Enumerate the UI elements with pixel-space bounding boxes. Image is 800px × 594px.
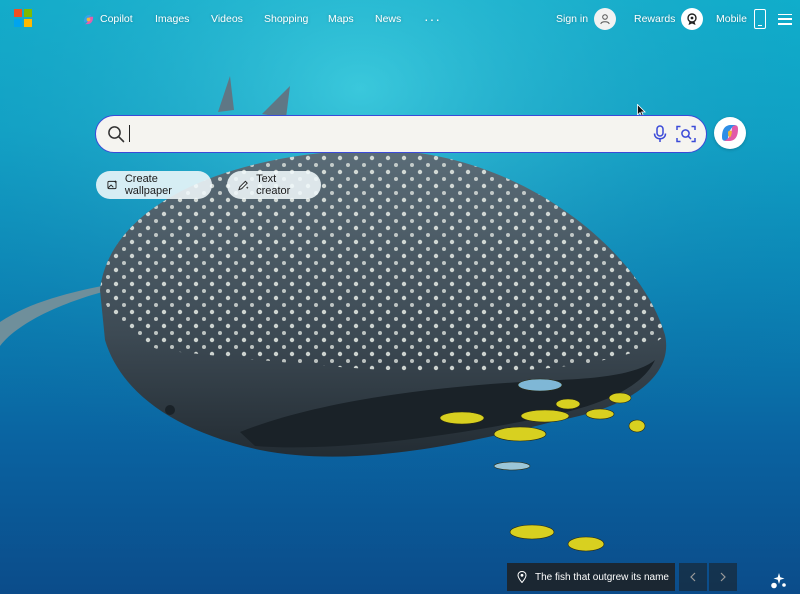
hamburger-icon bbox=[778, 13, 792, 25]
previous-image-button[interactable] bbox=[679, 563, 707, 591]
rewards-icon bbox=[681, 8, 704, 30]
search-box[interactable] bbox=[95, 115, 707, 153]
location-pin-icon bbox=[517, 571, 527, 583]
sign-in-button[interactable]: Sign in bbox=[556, 0, 617, 38]
phone-icon bbox=[753, 9, 766, 29]
main-nav: Copilot Images Videos Shopping Maps News… bbox=[82, 0, 444, 38]
hamburger-menu-button[interactable] bbox=[778, 0, 792, 38]
pen-sparkle-icon bbox=[238, 180, 249, 191]
avatar bbox=[594, 8, 617, 30]
more-menu-button[interactable]: ··· bbox=[424, 11, 444, 27]
nav-item-videos[interactable]: Videos bbox=[211, 13, 264, 25]
copilot-button[interactable] bbox=[714, 117, 746, 149]
mobile-button[interactable]: Mobile bbox=[716, 0, 766, 38]
nav-item-maps[interactable]: Maps bbox=[328, 13, 375, 25]
sparkles-icon[interactable] bbox=[770, 573, 788, 589]
search-input[interactable] bbox=[130, 124, 634, 146]
chevron-left-icon bbox=[690, 572, 696, 582]
background-image bbox=[0, 0, 800, 594]
text-creator-chip[interactable]: Text creator bbox=[227, 171, 321, 199]
bing-homepage: Copilot Images Videos Shopping Maps News… bbox=[0, 0, 800, 594]
copilot-icon bbox=[722, 125, 738, 141]
microphone-icon[interactable] bbox=[652, 125, 668, 143]
copilot-icon bbox=[83, 14, 94, 24]
nav-item-shopping[interactable]: Shopping bbox=[264, 13, 328, 25]
create-wallpaper-chip[interactable]: Create wallpaper bbox=[96, 171, 212, 199]
image-sparkle-icon bbox=[107, 180, 118, 190]
search-icon bbox=[108, 126, 125, 143]
image-caption[interactable]: The fish that outgrew its name bbox=[507, 563, 675, 591]
visual-search-icon[interactable] bbox=[676, 125, 696, 143]
text-caret bbox=[129, 125, 130, 142]
chevron-right-icon bbox=[720, 572, 726, 582]
top-bar: Copilot Images Videos Shopping Maps News… bbox=[0, 0, 800, 38]
nav-item-copilot[interactable]: Copilot bbox=[82, 13, 155, 26]
rewards-button[interactable]: Rewards bbox=[634, 0, 704, 38]
nav-item-images[interactable]: Images bbox=[155, 13, 211, 25]
person-icon bbox=[600, 14, 610, 25]
microsoft-logo[interactable] bbox=[14, 9, 32, 27]
next-image-button[interactable] bbox=[709, 563, 737, 591]
nav-item-news[interactable]: News bbox=[375, 13, 424, 25]
